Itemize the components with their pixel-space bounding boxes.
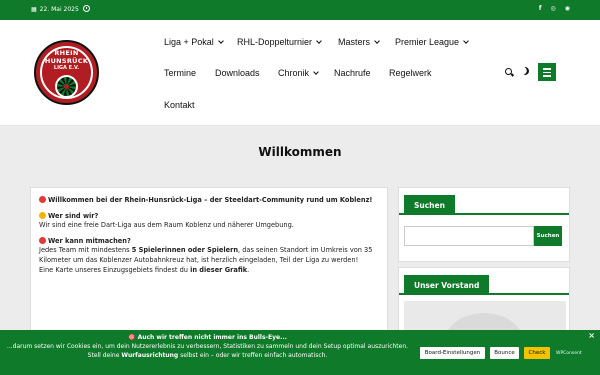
whatsapp-icon[interactable]: ◎ xyxy=(551,5,556,12)
nav-label: Masters xyxy=(338,37,371,47)
top-bar: ▦ 22. Mai 2025 f ◎ ◉ xyxy=(0,0,600,20)
map-text-pre: Eine Karte unseres Einzugsgebiets findes… xyxy=(39,265,191,274)
who-heading: Wer sind wir? xyxy=(48,211,99,220)
instagram-icon[interactable]: ◉ xyxy=(565,5,570,12)
cookie-note-post: selbst ein – oder wir treffen einfach au… xyxy=(178,352,328,359)
date-display: ▦ 22. Mai 2025 xyxy=(31,6,79,13)
calendar-icon: ▦ xyxy=(31,6,37,13)
cookie-brand: WPConsent xyxy=(556,351,582,356)
clock-icon xyxy=(83,5,90,12)
dart-target-icon xyxy=(39,196,46,203)
search-icon[interactable] xyxy=(505,68,512,75)
nav-label: Regelwerk xyxy=(389,68,432,78)
intro-text: Willkommen bei der Rhein-Hunsrück-Liga –… xyxy=(48,196,373,204)
cookie-banner: 🎯 Auch wir treffen nicht immer ins Bulls… xyxy=(0,330,600,375)
sparkle-icon xyxy=(39,236,46,244)
chevron-down-icon xyxy=(463,37,469,44)
main-content: Willkommen bei der Rhein-Hunsrück-Liga –… xyxy=(30,187,388,337)
nav-item-chronik[interactable]: Chronik xyxy=(278,68,319,78)
who-text: Wir sind eine freie Dart-Liga aus dem Ra… xyxy=(39,221,294,230)
map-link[interactable]: in dieser Grafik xyxy=(190,266,247,274)
nav-label: Chronik xyxy=(278,68,310,78)
join-text-bold: 5 Spielerinnen oder Spielern xyxy=(131,246,239,255)
cookie-note-pre: Stell deine xyxy=(87,352,122,359)
close-icon[interactable]: × xyxy=(588,331,595,340)
nav-item-liga-pokal[interactable]: Liga + Pokal xyxy=(164,37,224,47)
join-text-pre: Jedes Team mit mindestens xyxy=(39,246,132,255)
cookie-note: Stell deine Wurfausrichtung selbst ein –… xyxy=(0,351,415,360)
site-logo[interactable]: RHEIN HUNSRÜCK LIGA E.V. xyxy=(34,40,99,105)
logo-text-line2: HUNSRÜCK xyxy=(44,57,89,65)
nav-label: Nachrufe xyxy=(334,68,371,78)
widget-header: Suchen xyxy=(399,188,569,215)
cookie-accept-button[interactable]: Check xyxy=(524,347,550,359)
cookie-settings-button[interactable]: Board-Einstellungen xyxy=(420,347,485,359)
date-text: 22. Mai 2025 xyxy=(39,6,79,13)
board-widget-title: Unser Vorstand xyxy=(404,275,490,295)
nav-item-rhl-doppelturnier[interactable]: RHL-Doppelturnier xyxy=(237,37,322,47)
nav-label: Kontakt xyxy=(164,100,195,110)
menu-bar xyxy=(543,71,551,73)
search-widget-title: Suchen xyxy=(404,195,455,215)
menu-toggle-button[interactable] xyxy=(538,63,556,81)
dartboard-icon xyxy=(55,75,78,98)
widget-header: Unser Vorstand xyxy=(399,268,569,295)
nav-item-kontakt[interactable]: Kontakt xyxy=(164,100,195,110)
nav-label: RHL-Doppelturnier xyxy=(237,37,313,47)
nav-label: Liga + Pokal xyxy=(164,37,214,47)
waving-icon xyxy=(39,211,46,219)
nav-label: Downloads xyxy=(215,68,260,78)
nav-label: Premier League xyxy=(395,37,460,47)
who-section: Wer sind wir? Wir sind eine freie Dart-L… xyxy=(39,211,379,231)
menu-bar xyxy=(543,68,551,70)
join-section: Wer kann mitmachen? Jedes Team mit minde… xyxy=(39,236,379,275)
nav-item-masters[interactable]: Masters xyxy=(338,37,380,47)
search-widget: Suchen Suchen xyxy=(398,187,570,262)
cookie-reject-button[interactable]: Bounce xyxy=(490,347,519,359)
page-title: Willkommen xyxy=(258,145,342,159)
chevron-down-icon xyxy=(374,37,380,44)
search-button[interactable]: Suchen xyxy=(534,226,562,246)
social-links: f ◎ ◉ xyxy=(539,5,570,12)
nav-item-regelwerk[interactable]: Regelwerk xyxy=(389,68,432,78)
logo-text-line3: LIGA E.V. xyxy=(53,65,80,71)
cookie-text: 🎯 Auch wir treffen nicht immer ins Bulls… xyxy=(0,333,415,360)
chevron-down-icon xyxy=(316,37,322,44)
logo-text-line1: RHEIN xyxy=(54,49,79,57)
facebook-icon[interactable]: f xyxy=(539,5,542,12)
intro-paragraph: Willkommen bei der Rhein-Hunsrück-Liga –… xyxy=(39,196,379,206)
nav-item-termine[interactable]: Termine xyxy=(164,68,196,78)
nav-label: Termine xyxy=(164,68,197,78)
cookie-headline: 🎯 Auch wir treffen nicht immer ins Bulls… xyxy=(128,334,287,341)
nav-item-premier-league[interactable]: Premier League xyxy=(395,37,469,47)
nav-item-nachrufe[interactable]: Nachrufe xyxy=(334,68,371,78)
chevron-down-icon xyxy=(313,68,319,75)
map-text-post: . xyxy=(247,265,250,274)
chevron-down-icon xyxy=(217,37,224,44)
cookie-note-bold: Wurfausrichtung xyxy=(121,352,179,359)
nav-item-downloads[interactable]: Downloads xyxy=(215,68,260,78)
cookie-description: ...darum setzen wir Cookies ein, um dein… xyxy=(6,343,409,350)
menu-bar xyxy=(543,75,551,77)
join-heading: Wer kann mitmachen? xyxy=(48,236,131,245)
search-input[interactable] xyxy=(404,226,534,246)
